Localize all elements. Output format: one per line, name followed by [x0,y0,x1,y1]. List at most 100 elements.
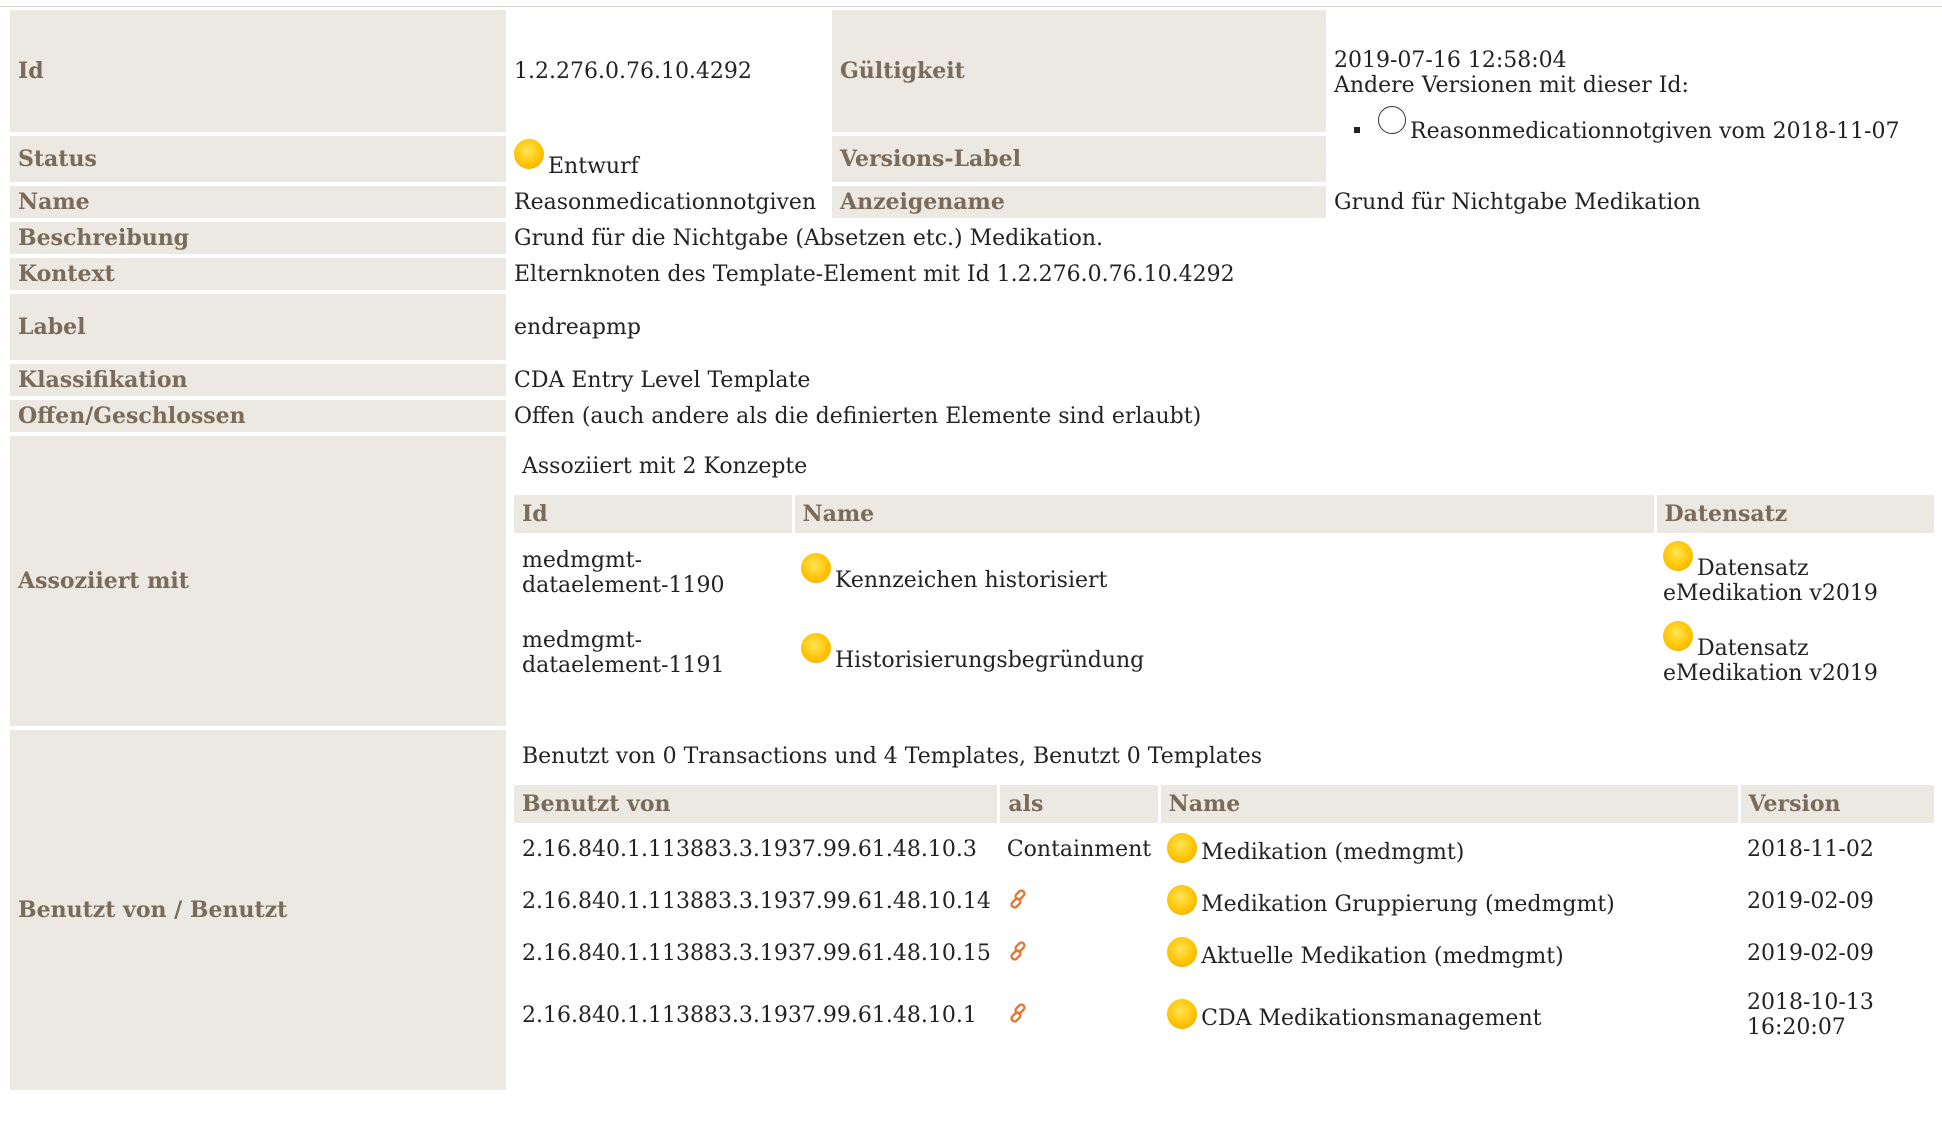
validity-cell: 2019-07-16 12:58:04 Andere Versionen mit… [1326,10,1942,182]
associated-name: Kennzeichen historisiert [793,533,1655,613]
associated-cell: Assoziiert mit 2 Konzepte Id Name Datens… [506,436,1942,726]
yellow-ball-icon [801,553,831,583]
open-closed-label: Offen/Geschlossen [10,400,506,432]
yellow-ball-icon [1167,885,1198,915]
other-version-link[interactable]: Reasonmedicationnotgiven vom 2018-11-07 [1410,119,1900,144]
row-context: Kontext Elternknoten des Template-Elemen… [10,258,1942,290]
associated-header-name: Name [791,495,1655,533]
associated-row: medmgmt-dataelement-1191 Historisierungs… [514,613,1934,693]
used-by-name-text[interactable]: CDA Medikationsmanagement [1201,1006,1541,1031]
associated-name-text[interactable]: Kennzeichen historisiert [835,568,1107,593]
id-label: Id [10,10,506,132]
description-label: Beschreibung [10,222,506,254]
used-by-caption: Benutzt von 0 Transactions und 4 Templat… [522,744,1263,769]
associated-dataset-text[interactable]: Datensatz eMedikation v2019 [1663,556,1878,606]
used-by-label: Benutzt von / Benutzt [10,730,506,1090]
used-by-name: CDA Medikationsmanagement [1159,979,1739,1051]
used-by-header-as: als [997,785,1160,823]
used-by-as [999,927,1159,979]
template-details-table: Id 1.2.276.0.76.10.4292 Gültigkeit 2019-… [10,6,1942,1094]
row-used-by: Benutzt von / Benutzt Benutzt von 0 Tran… [10,730,1942,1090]
associated-header-dataset: Datensatz [1653,495,1934,533]
associated-caption: Assoziiert mit 2 Konzepte [522,454,808,479]
used-by-name-text[interactable]: Medikation Gruppierung (medmgmt) [1201,892,1615,917]
display-name-label: Anzeigename [832,186,1326,218]
yellow-ball-icon [1167,937,1198,967]
row-name: Name Reasonmedicationnotgiven Anzeigenam… [10,186,1942,218]
associated-id[interactable]: medmgmt-dataelement-1190 [514,533,793,613]
yellow-ball-icon [1663,620,1693,651]
link-icon[interactable] [1007,939,1031,963]
associated-name: Historisierungsbegründung [793,613,1655,693]
used-by-version: 2018-11-02 [1747,836,1874,862]
used-by-row: 2.16.840.1.113883.3.1937.99.61.48.10.15 … [514,927,1934,979]
row-id: Id 1.2.276.0.76.10.4292 Gültigkeit 2019-… [10,10,1942,144]
associated-label: Assoziiert mit [10,436,506,726]
classification-value: CDA Entry Level Template [514,367,811,393]
row-associated: Assoziiert mit Assoziiert mit 2 Konzepte… [10,436,1942,726]
associated-row: medmgmt-dataelement-1190 Kennzeichen his… [514,533,1934,613]
used-by-name: Medikation Gruppierung (medmgmt) [1159,875,1739,927]
context-label: Kontext [10,258,506,290]
status-text: Entwurf [548,154,639,179]
associated-table: Id Name Datensatz medmgmt-dataelement-11… [514,495,1934,693]
used-by-version: 2019-02-09 [1747,940,1874,966]
used-by-name: Medikation (medmgmt) [1159,823,1739,875]
used-by-header-name: Name [1157,785,1739,823]
validity-date: 2019-07-16 12:58:04 [1334,48,1567,73]
used-by-id[interactable]: 2.16.840.1.113883.3.1937.99.61.48.10.14 [514,875,999,927]
used-by-row: 2.16.840.1.113883.3.1937.99.61.48.10.14 … [514,875,1934,927]
used-by-version: 2019-02-09 [1747,888,1874,914]
associated-dataset: Datensatz eMedikation v2019 [1655,533,1934,613]
other-versions-label: Andere Versionen mit dieser Id: [1334,73,1689,98]
associated-id[interactable]: medmgmt-dataelement-1191 [514,613,793,693]
other-version-item[interactable]: Reasonmedicationnotgiven vom 2018-11-07 [1334,106,1934,144]
used-by-cell: Benutzt von 0 Transactions und 4 Templat… [506,730,1942,1090]
status-label: Status [10,136,506,182]
used-by-name: Aktuelle Medikation (medmgmt) [1159,927,1739,979]
used-by-row: 2.16.840.1.113883.3.1937.99.61.48.10.1 C… [514,979,1934,1051]
used-by-name-text[interactable]: Aktuelle Medikation (medmgmt) [1201,944,1564,969]
row-label: Label endreapmp [10,294,1942,360]
bullet-icon [1354,127,1360,133]
context-value: Elternknoten des Template-Element mit Id… [514,261,1235,287]
version-label-label: Versions-Label [832,136,1326,182]
display-name-value: Grund für Nichtgabe Medikation [1334,189,1701,215]
status-yellow-ball-icon [514,139,544,169]
used-by-header-row: Benutzt von als Name Version [514,785,1934,823]
description-value: Grund für die Nichtgabe (Absetzen etc.) … [514,225,1103,251]
empty-circle-icon [1378,106,1406,134]
used-by-as: Containment [1006,836,1152,862]
link-icon[interactable] [1007,1001,1031,1025]
open-closed-value: Offen (auch andere als die definierten E… [514,403,1202,429]
yellow-ball-icon [1167,999,1198,1029]
row-classification: Klassifikation CDA Entry Level Template [10,364,1942,396]
id-value: 1.2.276.0.76.10.4292 [514,58,752,84]
used-by-table: Benutzt von als Name Version 2.16.840.1.… [514,785,1934,1051]
used-by-version: 2018-10-13 16:20:07 [1747,990,1874,1040]
yellow-ball-icon [1167,833,1198,863]
yellow-ball-icon [1663,540,1693,571]
used-by-row: 2.16.840.1.113883.3.1937.99.61.48.10.3 C… [514,823,1934,875]
used-by-name-text[interactable]: Medikation (medmgmt) [1201,840,1464,865]
classification-label: Klassifikation [10,364,506,396]
used-by-header-version: Version [1737,785,1934,823]
used-by-header-used-by: Benutzt von [514,785,999,823]
associated-dataset: Datensatz eMedikation v2019 [1655,613,1934,693]
name-label: Name [10,186,506,218]
used-by-id[interactable]: 2.16.840.1.113883.3.1937.99.61.48.10.3 [514,823,999,875]
used-by-as [999,979,1159,1051]
associated-header-id: Id [514,495,793,533]
used-by-as [999,875,1159,927]
associated-header-row: Id Name Datensatz [514,495,1934,533]
used-by-id[interactable]: 2.16.840.1.113883.3.1937.99.61.48.10.1 [514,979,999,1051]
name-value: Reasonmedicationnotgiven [514,189,817,215]
associated-dataset-text[interactable]: Datensatz eMedikation v2019 [1663,636,1878,686]
validity-label: Gültigkeit [832,10,1326,132]
link-icon[interactable] [1007,887,1031,911]
used-by-id[interactable]: 2.16.840.1.113883.3.1937.99.61.48.10.15 [514,927,999,979]
associated-name-text[interactable]: Historisierungsbegründung [835,648,1144,673]
yellow-ball-icon [801,633,831,663]
row-open-closed: Offen/Geschlossen Offen (auch andere als… [10,400,1942,432]
label-value: endreapmp [514,314,641,340]
